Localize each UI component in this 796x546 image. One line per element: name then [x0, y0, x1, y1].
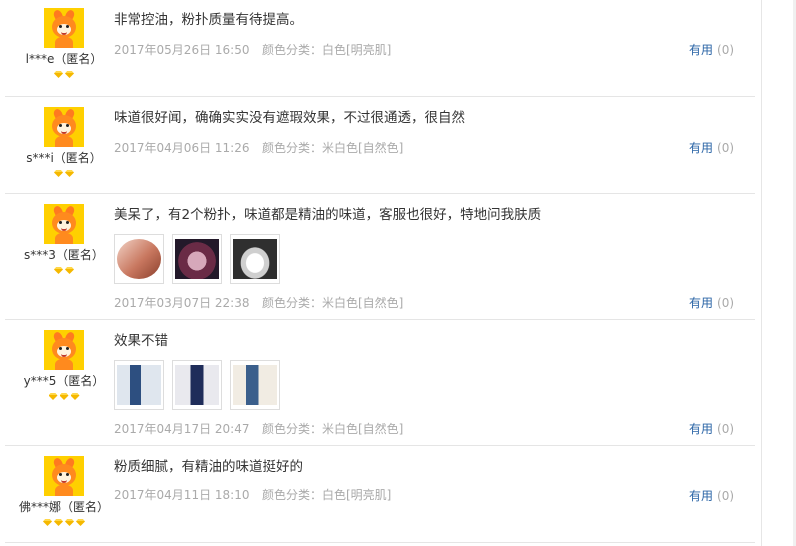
review-sku: 颜色分类：米白色[自然色] — [262, 141, 404, 155]
review-photo-thumbnail[interactable] — [230, 360, 280, 410]
reviewer-level-badges — [5, 167, 123, 177]
review-sku: 颜色分类：米白色[自然色] — [262, 296, 404, 310]
review-content: 粉质细腻，有精油的味道挺好的 2017年04月11日 18:10 颜色分类：白色[… — [114, 458, 391, 503]
diamond-icon — [54, 170, 63, 177]
useful-vote: 有用 (0) — [689, 420, 734, 437]
diamond-icon — [65, 170, 74, 177]
review-photo-thumbnail[interactable] — [114, 360, 164, 410]
scrollbar[interactable] — [761, 0, 796, 546]
review-sku: 颜色分类：白色[明亮肌] — [262, 43, 392, 57]
diamond-icon — [59, 393, 69, 400]
review-date: 2017年04月11日 18:10 — [114, 488, 250, 502]
diamond-icon — [70, 393, 80, 400]
review-text: 非常控油，粉扑质量有待提高。 — [114, 12, 303, 28]
review-text: 粉质细腻，有精油的味道挺好的 — [114, 459, 303, 475]
useful-button[interactable]: 有用 — [689, 141, 713, 155]
reviewer-name: 佛***娜（匿名） — [18, 500, 109, 514]
avatar[interactable] — [44, 107, 84, 147]
useful-count: (0) — [717, 422, 735, 436]
review-content: 味道很好闻，确确实实没有遮瑕效果，不过很通透，很自然 2017年04月06日 1… — [114, 109, 465, 156]
review-meta: 2017年04月06日 11:26 颜色分类：米白色[自然色] — [114, 139, 465, 156]
avatar[interactable] — [44, 8, 84, 48]
diamond-icon — [65, 71, 74, 78]
review-list: l***e（匿名） 非常控油，粉扑质量有待提高。 2017年05月26日 16:… — [5, 0, 755, 543]
review-sku: 颜色分类：米白色[自然色] — [262, 422, 404, 436]
review-date: 2017年04月06日 11:26 — [114, 141, 250, 155]
reviewer: l***e（匿名） — [5, 8, 123, 78]
diamond-icon — [54, 267, 63, 274]
reviewer-name: s***i（匿名） — [26, 151, 102, 165]
diamond-icon — [54, 71, 63, 78]
avatar[interactable] — [44, 456, 84, 496]
review-meta: 2017年05月26日 16:50 颜色分类：白色[明亮肌] — [114, 41, 391, 58]
reviewer-level-badges — [5, 390, 123, 400]
useful-count: (0) — [717, 141, 735, 155]
review-item: 佛***娜（匿名） 粉质细腻，有精油的味道挺好的 2017年04月11日 18:… — [5, 446, 755, 543]
useful-count: (0) — [717, 43, 735, 57]
useful-vote: 有用 (0) — [689, 139, 734, 156]
review-photos — [114, 234, 541, 284]
review-photo-thumbnail[interactable] — [114, 234, 164, 284]
review-text: 味道很好闻，确确实实没有遮瑕效果，不过很通透，很自然 — [114, 110, 465, 126]
review-sku: 颜色分类：白色[明亮肌] — [262, 488, 392, 502]
review-photo-thumbnail[interactable] — [172, 234, 222, 284]
useful-vote: 有用 (0) — [689, 487, 734, 504]
reviewer-name: y***5（匿名） — [23, 374, 105, 388]
reviewer: s***i（匿名） — [5, 107, 123, 177]
review-item: s***3（匿名） 美呆了，有2个粉扑，味道都是精油的味道，客服也很好，特地问我… — [5, 194, 755, 320]
review-photos — [114, 360, 403, 410]
review-date: 2017年04月17日 20:47 — [114, 422, 250, 436]
review-content: 非常控油，粉扑质量有待提高。 2017年05月26日 16:50 颜色分类：白色[… — [114, 11, 391, 58]
review-text: 美呆了，有2个粉扑，味道都是精油的味道，客服也很好，特地问我肤质 — [114, 207, 542, 223]
useful-button[interactable]: 有用 — [689, 422, 713, 436]
diamond-icon — [54, 519, 63, 526]
reviewer-level-badges — [5, 516, 123, 526]
review-meta: 2017年03月07日 22:38 颜色分类：米白色[自然色] — [114, 294, 541, 311]
diamond-icon — [65, 519, 74, 526]
reviewer-name: s***3（匿名） — [24, 248, 104, 262]
review-photo-thumbnail[interactable] — [172, 360, 222, 410]
useful-vote: 有用 (0) — [689, 294, 734, 311]
avatar[interactable] — [44, 204, 84, 244]
useful-button[interactable]: 有用 — [689, 296, 713, 310]
reviewer-level-badges — [5, 264, 123, 274]
review-item: s***i（匿名） 味道很好闻，确确实实没有遮瑕效果，不过很通透，很自然 201… — [5, 97, 755, 194]
diamond-icon — [65, 267, 74, 274]
useful-vote: 有用 (0) — [689, 41, 734, 58]
useful-count: (0) — [717, 489, 735, 503]
diamond-icon — [48, 393, 58, 400]
diamond-icon — [43, 519, 52, 526]
useful-button[interactable]: 有用 — [689, 43, 713, 57]
review-meta: 2017年04月17日 20:47 颜色分类：米白色[自然色] — [114, 420, 403, 437]
reviewer: s***3（匿名） — [5, 204, 123, 274]
review-item: l***e（匿名） 非常控油，粉扑质量有待提高。 2017年05月26日 16:… — [5, 0, 755, 97]
review-date: 2017年03月07日 22:38 — [114, 296, 250, 310]
review-content: 美呆了，有2个粉扑，味道都是精油的味道，客服也很好，特地问我肤质 2017年03… — [114, 206, 541, 311]
diamond-icon — [76, 519, 85, 526]
reviewer-level-badges — [5, 68, 123, 78]
reviewer-name: l***e（匿名） — [25, 52, 103, 66]
review-photo-thumbnail[interactable] — [230, 234, 280, 284]
reviewer: y***5（匿名） — [5, 330, 123, 400]
review-item: y***5（匿名） 效果不错 2017年04月17日 20:47 颜色分类：米白色… — [5, 320, 755, 446]
useful-count: (0) — [717, 296, 735, 310]
review-text: 效果不错 — [114, 333, 168, 349]
avatar[interactable] — [44, 330, 84, 370]
review-content: 效果不错 2017年04月17日 20:47 颜色分类：米白色[自然色] — [114, 332, 403, 437]
reviewer: 佛***娜（匿名） — [5, 456, 123, 526]
useful-button[interactable]: 有用 — [689, 489, 713, 503]
review-meta: 2017年04月11日 18:10 颜色分类：白色[明亮肌] — [114, 486, 391, 503]
review-date: 2017年05月26日 16:50 — [114, 43, 250, 57]
